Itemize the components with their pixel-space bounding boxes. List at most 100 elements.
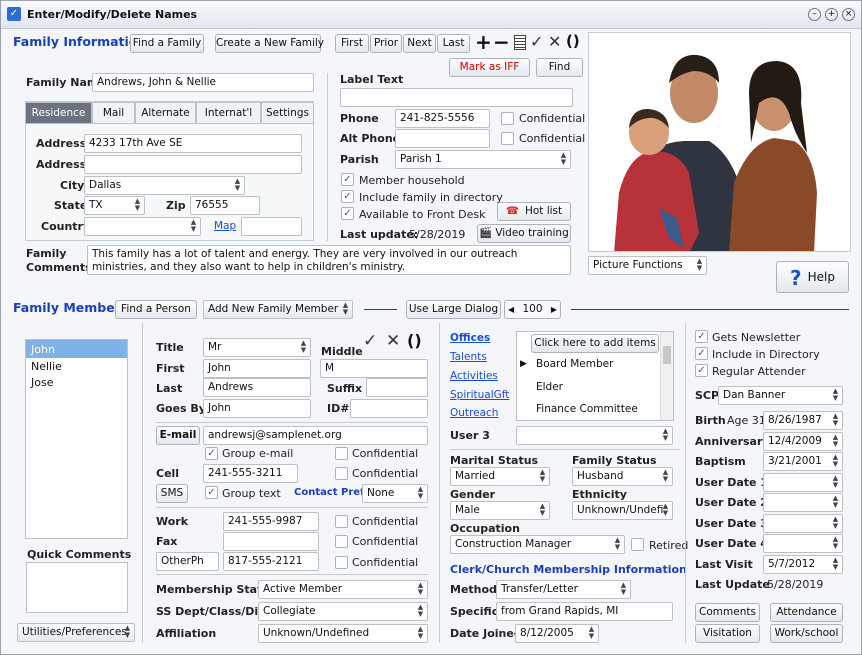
mark-iff-button[interactable]: Mark as IFF [449,58,530,77]
tab-residence[interactable]: Residence [25,102,92,124]
scrollbar[interactable] [660,332,673,420]
find-person-button[interactable]: Find a Person [115,300,197,319]
close-icon[interactable]: × [842,8,855,21]
left-arrow-icon[interactable]: ◀ [508,301,514,318]
phone-field[interactable]: 241-825-5556 [395,109,490,128]
member-household-checkbox[interactable]: ✓ [341,173,354,186]
prior-button[interactable]: Prior [370,34,402,53]
last-field[interactable]: Andrews [203,378,311,397]
outreach-link[interactable]: Outreach [450,407,498,419]
marital-status-select[interactable]: Married ▲ ▼ [450,467,550,486]
map-field[interactable] [241,217,302,236]
comments-button[interactable]: Comments [695,603,760,622]
zip-field[interactable]: 76555 [190,196,260,215]
cancel-icon[interactable]: ✕ [548,32,561,51]
add-items-button[interactable]: Click here to add items [531,334,659,353]
tab-settings[interactable]: Settings [261,102,314,124]
group-text-checkbox[interactable]: ✓ [205,486,218,499]
offices-list[interactable]: Click here to add items ▶ Board Member E… [516,331,674,421]
list-item[interactable]: Elder [536,381,563,393]
visitation-button[interactable]: Visitation [695,624,760,643]
attendance-button[interactable]: Attendance [770,603,843,622]
first-button[interactable]: First [335,34,369,53]
map-link[interactable]: Map [214,220,236,232]
in-directory-checkbox[interactable]: ✓ [695,347,708,360]
ss-dept-select[interactable]: Collegiate ▲ ▼ [258,602,428,621]
cell-field[interactable]: 241-555-3211 [203,464,298,483]
family-status-select[interactable]: Husband ▲ ▼ [572,467,673,486]
spiritual-gifts-link[interactable]: SpiritualGft [450,389,509,401]
undo-icon[interactable]: () [407,331,422,350]
baptism-select[interactable]: 3/21/2001 ▲ ▼ [763,452,843,471]
date-joined-select[interactable]: 8/12/2005 ▲ ▼ [515,624,599,643]
regular-attender-checkbox[interactable]: ✓ [695,364,708,377]
save-check-icon[interactable]: ✓ [363,331,377,351]
list-icon[interactable] [514,35,526,50]
middle-field[interactable]: M [320,359,428,378]
list-item[interactable]: Board Member [536,358,613,370]
contact-prefs-select[interactable]: None ▲ ▼ [362,484,428,503]
specifics-field[interactable]: from Grand Rapids, MI [496,602,673,621]
list-item[interactable]: Nellie [26,358,127,374]
group-email-checkbox[interactable]: ✓ [205,447,218,460]
email-field[interactable]: andrewsj@samplenet.org [203,426,428,445]
sms-button[interactable]: SMS [156,484,188,503]
fax-field[interactable] [223,532,319,551]
country-select[interactable]: ▲ ▼ [84,217,201,236]
work-confidential-checkbox[interactable] [335,515,348,528]
phone-confidential-checkbox[interactable] [501,112,514,125]
user-date-4-select[interactable]: ▲ ▼ [763,534,843,553]
user3-select[interactable]: ▲ ▼ [516,426,673,445]
user-date-1-select[interactable]: ▲ ▼ [763,473,843,492]
alt-phone-field[interactable] [395,129,490,148]
offices-link[interactable]: Offices [450,332,490,344]
large-dialog-button[interactable]: Use Large Dialog [406,300,501,319]
user-date-2-select[interactable]: ▲ ▼ [763,493,843,512]
gender-select[interactable]: Male ▲ ▼ [450,501,550,520]
label-text-field[interactable] [340,88,573,107]
list-item[interactable]: Jose [26,374,127,390]
help-button[interactable]: ? Help [776,261,849,293]
email-confidential-checkbox[interactable] [335,447,348,460]
method-select[interactable]: Transfer/Letter ▲ ▼ [496,580,631,599]
state-select[interactable]: TX ▲ ▼ [84,196,145,215]
city-select[interactable]: Dallas ▲ ▼ [84,176,245,195]
email-button[interactable]: E-mail [156,426,200,445]
find-family-button[interactable]: Find a Family [130,34,204,53]
family-comments-field[interactable]: This family has a lot of talent and ener… [87,245,571,275]
create-family-button[interactable]: Create a New Family [215,34,324,53]
utilities-select[interactable]: Utilities/Preferences ▲ ▼ [17,623,135,642]
tab-international[interactable]: Internat'l [196,102,261,124]
other-confidential-checkbox[interactable] [335,556,348,569]
ethnicity-select[interactable]: Unknown/Undefi ▲ ▼ [572,501,673,520]
next-button[interactable]: Next [403,34,436,53]
zoom-stepper[interactable]: ◀ 100 ▶ [504,300,561,319]
talents-link[interactable]: Talents [450,351,487,363]
scrollbar-thumb[interactable] [663,346,671,364]
birth-date-select[interactable]: 8/26/1987 ▲ ▼ [763,411,843,430]
picture-functions-select[interactable]: Picture Functions ▲ ▼ [588,256,707,275]
video-training-button[interactable]: 🎬 Video training [477,224,571,243]
front-desk-checkbox[interactable]: ✓ [341,207,354,220]
hot-list-button[interactable]: ☎ Hot list [497,202,571,221]
title-select[interactable]: Mr ▲ ▼ [203,338,311,357]
right-arrow-icon[interactable]: ▶ [551,301,557,318]
list-item[interactable]: Finance Committee [536,403,638,415]
activities-link[interactable]: Activities [450,370,498,382]
retired-checkbox[interactable] [631,538,644,551]
add-icon[interactable]: + [475,30,492,54]
find-button[interactable]: Find [536,58,583,77]
user-date-3-select[interactable]: ▲ ▼ [763,514,843,533]
affiliation-select[interactable]: Unknown/Undefined ▲ ▼ [258,624,428,643]
id-field[interactable] [350,399,428,418]
cancel-x-icon[interactable]: ✕ [386,331,400,351]
goes-by-field[interactable]: John [203,399,311,418]
last-button[interactable]: Last [437,34,470,53]
include-directory-checkbox[interactable]: ✓ [341,190,354,203]
quick-comments-field[interactable] [26,562,128,613]
member-list[interactable]: John Nellie Jose [25,339,128,539]
first-field[interactable]: John [203,359,311,378]
membership-status-select[interactable]: Active Member ▲ ▼ [258,580,428,599]
check-icon[interactable]: ✓ [530,32,543,51]
suffix-field[interactable] [366,378,428,397]
